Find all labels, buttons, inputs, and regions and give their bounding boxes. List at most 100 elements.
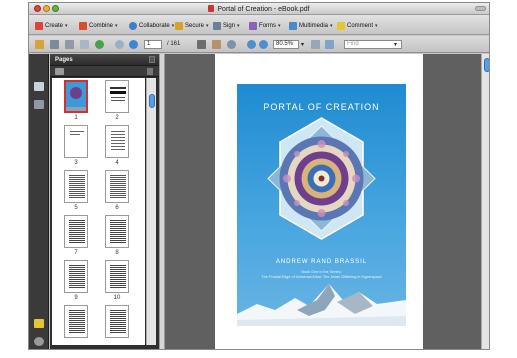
attachments-panel-icon[interactable] [34, 337, 44, 346]
page-thumbnail-5[interactable] [64, 170, 88, 203]
window-title: Portal of Creation - eBook.pdf [29, 5, 489, 13]
page-thumbnail-7[interactable] [64, 215, 88, 248]
page-thumbnail-4[interactable] [105, 125, 129, 158]
page-number-label: 9 [74, 295, 78, 301]
chevron-down-icon: ▾ [206, 22, 209, 29]
page-thumbnail-11[interactable] [64, 305, 88, 338]
cover-mountain-icon [66, 107, 86, 111]
pages-panel-header: Pages [50, 54, 159, 66]
text-block [69, 175, 85, 199]
pen-icon [213, 21, 221, 30]
chevron-down-icon: ▾ [171, 22, 175, 29]
book-cover: PORTAL OF CREATION ANDREW RAND BRASSIL B… [237, 84, 406, 326]
chevron-down-icon: ▾ [65, 22, 68, 29]
combine-button[interactable]: Combine ▾ [79, 20, 118, 31]
text-block [69, 265, 85, 289]
pages-panel-title: Pages [55, 57, 73, 63]
previous-page-icon[interactable] [115, 40, 124, 49]
page-number-label: 6 [115, 205, 119, 211]
cover-author: ANDREW RAND BRASSIL [275, 259, 368, 265]
page-number-label: 1 [74, 115, 78, 121]
text-block [110, 310, 126, 334]
page-number-label: 2 [115, 115, 119, 121]
mandala-image [267, 117, 376, 240]
tasks-toolbar: Create ▾ Combine ▾ Collaborate ▾ Secure ▾ Si… [29, 15, 489, 35]
lock-icon [175, 21, 183, 30]
page-thumbnail-12[interactable] [105, 305, 129, 338]
trash-icon[interactable] [147, 68, 153, 75]
page-thumbnail-1[interactable] [64, 80, 88, 113]
page-thumbnail-3[interactable] [64, 125, 88, 158]
scrollbar-thumb[interactable] [484, 58, 489, 72]
cover-mandala-icon [70, 87, 82, 99]
sign-button[interactable]: Sign ▾ [213, 20, 240, 31]
scrollbar-thumb[interactable] [149, 94, 155, 108]
collaborate-icon [129, 21, 137, 30]
page-thumbnail-10[interactable] [105, 260, 129, 293]
close-panel-button[interactable] [149, 56, 155, 63]
hand-tool-icon[interactable] [212, 40, 221, 49]
save-icon[interactable] [65, 40, 74, 49]
open-folder-icon[interactable] [35, 40, 44, 49]
chevron-down-icon: ▾ [375, 22, 378, 29]
text-line [111, 100, 125, 101]
cover-subtitle: Book One in the Series: The Fractal Edge… [261, 270, 382, 279]
main-toolbar: 1 / 161 80.5% ▾ Find ▾ [29, 36, 489, 53]
comments-panel-icon[interactable] [34, 319, 44, 328]
full-screen-icon[interactable] [325, 40, 334, 49]
text-line [110, 91, 126, 94]
title-bar: Portal of Creation - eBook.pdf [29, 3, 489, 15]
pdf-page: PORTAL OF CREATION ANDREW RAND BRASSIL B… [215, 54, 423, 349]
thumbnails-scrollbar[interactable] [146, 78, 156, 345]
toolbar-toggle-button[interactable] [475, 6, 486, 11]
page-thumbnail-8[interactable] [105, 215, 129, 248]
text-block [111, 131, 125, 151]
create-button[interactable]: Create ▾ [35, 20, 68, 31]
page-number-label: 4 [115, 160, 119, 166]
page-thumbnails: 1 2 3 4 5 6 7 8 9 10 [52, 78, 145, 345]
select-tool-icon[interactable] [197, 40, 206, 49]
fit-page-icon[interactable] [311, 40, 320, 49]
document-scrollbar[interactable] [481, 54, 489, 349]
text-block [69, 310, 85, 334]
page-thumbnail-6[interactable] [105, 170, 129, 203]
options-menu-icon[interactable] [55, 68, 64, 75]
email-icon[interactable] [80, 40, 89, 49]
cover-title: PORTAL OF CREATION [263, 102, 380, 112]
page-number-field[interactable]: 1 [144, 40, 162, 49]
next-page-icon[interactable] [129, 40, 138, 49]
page-thumbnail-2[interactable] [105, 80, 129, 113]
marquee-zoom-icon[interactable] [227, 40, 236, 49]
page-thumbnail-9[interactable] [64, 260, 88, 293]
multimedia-button[interactable]: Multimedia ▾ [289, 20, 333, 31]
bookmarks-panel-icon[interactable] [34, 100, 44, 109]
page-number-label: 3 [74, 160, 78, 166]
document-view: PORTAL OF CREATION ANDREW RAND BRASSIL B… [165, 54, 481, 349]
text-line [70, 131, 84, 132]
print-icon[interactable] [50, 40, 59, 49]
chevron-down-icon: ▾ [330, 22, 333, 29]
text-block [110, 220, 126, 244]
zoom-in-icon[interactable] [259, 40, 268, 49]
page-total: / 161 [167, 41, 181, 47]
share-icon[interactable] [95, 40, 104, 49]
chevron-down-icon[interactable]: ▾ [394, 41, 397, 48]
pages-panel-icon[interactable] [34, 82, 44, 91]
forms-button[interactable]: Forms ▾ [249, 20, 281, 31]
comment-button[interactable]: Comment ▾ [337, 20, 378, 31]
pdf-document-icon [208, 5, 215, 12]
zoom-out-icon[interactable] [247, 40, 256, 49]
acrobat-window: Portal of Creation - eBook.pdf Create ▾ C… [28, 2, 490, 350]
secure-button[interactable]: Secure ▾ [175, 20, 209, 31]
chevron-down-icon[interactable]: ▾ [301, 41, 304, 48]
forms-icon [249, 21, 257, 30]
combine-files-icon [79, 21, 87, 30]
collaborate-button[interactable]: Collaborate ▾ [129, 20, 174, 31]
text-line [110, 87, 126, 89]
text-block [110, 175, 126, 199]
create-pdf-icon [35, 21, 43, 30]
chevron-down-icon: ▾ [278, 22, 281, 29]
text-block [69, 220, 85, 244]
zoom-field[interactable]: 80.5% [273, 40, 299, 49]
multimedia-icon [289, 21, 297, 30]
